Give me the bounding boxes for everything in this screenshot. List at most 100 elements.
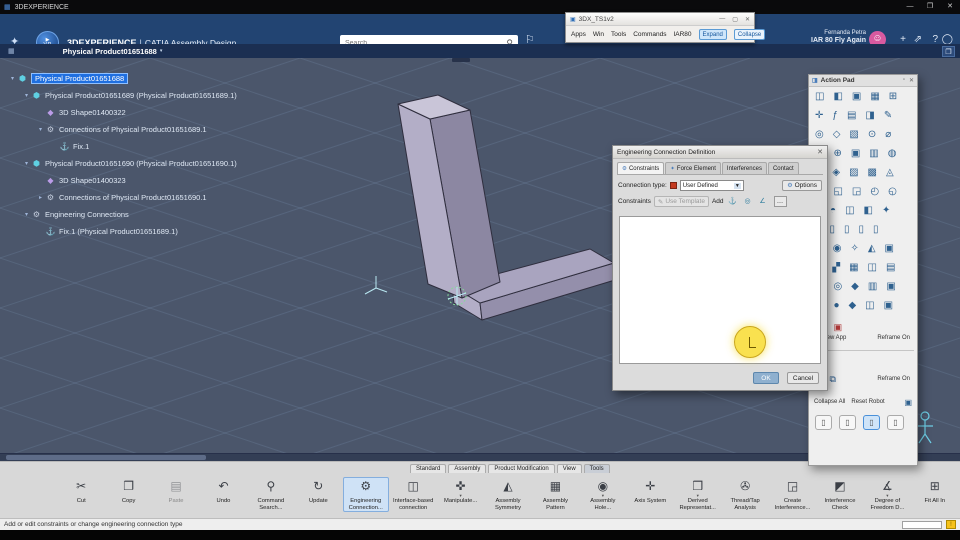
pad-minimize-icon[interactable]: ▫ (903, 77, 905, 84)
angle-constraint-icon[interactable]: ∠ (757, 196, 769, 207)
device-icon-active[interactable]: ▯ (863, 415, 880, 430)
menu-apps[interactable]: Apps (571, 31, 586, 38)
mini-window-titlebar[interactable]: ▣ 3DX_TS1v2 — ▢ ✕ (566, 13, 754, 26)
tab-force-element[interactable]: ✦ Force Element (665, 162, 721, 174)
tree-row[interactable]: ▸ ⚙ Connections of Physical Product01651… (0, 189, 237, 206)
menu-iar80[interactable]: IAR80 (673, 31, 691, 38)
anchor-constraint-icon[interactable]: ⚓ (727, 196, 739, 207)
chevron-down-icon[interactable]: ▾ (160, 48, 163, 54)
grid-icon[interactable]: ▦ (8, 47, 15, 55)
tree-row[interactable]: ◆ 3D Shape01400323 (0, 172, 237, 189)
dialog-close-icon[interactable]: ✕ (817, 148, 823, 156)
ok-button[interactable]: OK (753, 372, 779, 384)
expander-icon[interactable]: ▾ (22, 211, 31, 218)
pad-close-icon[interactable]: ✕ (909, 77, 914, 84)
panel-toggle-icon[interactable]: ❐ (942, 45, 955, 57)
create-interference-button[interactable]: ◲ Create Interference... (769, 477, 815, 512)
menu-tools[interactable]: Tools (611, 31, 626, 38)
window-close-button[interactable]: ✕ (940, 0, 960, 14)
expander-icon[interactable]: ▾ (36, 126, 45, 133)
tree-label[interactable]: Engineering Connections (45, 210, 129, 219)
coincidence-constraint-icon[interactable]: ◎ (742, 196, 754, 207)
tool-icon-row[interactable]: ◰◱◲◴◵ (815, 186, 913, 205)
tool-icon-row[interactable]: ◒◓◫◧✦ (815, 205, 913, 224)
menu-commands[interactable]: Commands (633, 31, 666, 38)
tab-contact[interactable]: Contact (767, 162, 799, 174)
tree-label-selected[interactable]: Physical Product01651688 (31, 73, 129, 84)
window-minimize-button[interactable]: — (900, 0, 920, 14)
axis-system-button[interactable]: ✛ Axis System (627, 477, 673, 506)
cancel-button[interactable]: Cancel (787, 372, 819, 384)
device-icon[interactable]: ▯ (887, 415, 904, 430)
tool-icon-row[interactable]: ✛ƒ▤◨✎ (815, 110, 913, 129)
use-template-button[interactable]: ✎ Use Template (653, 196, 709, 207)
tab-tools[interactable]: Tools (583, 464, 610, 473)
tool-icon-row[interactable]: ▯▯▯▯▯ (815, 224, 913, 243)
more-button[interactable]: … (773, 196, 787, 207)
tree-row[interactable]: ⚓ Fix.1 (0, 138, 237, 155)
tree-label[interactable]: Physical Product01651689 (Physical Produ… (45, 91, 237, 100)
menu-win[interactable]: Win (593, 31, 604, 38)
command-search-button[interactable]: ⚲ Command Search... (248, 477, 294, 512)
tab-interferences[interactable]: Interferences (721, 162, 767, 174)
engineering-connection-button[interactable]: ⚙ Engineering Connection... (342, 477, 389, 513)
tree-row[interactable]: ◆ 3D Shape01400322 (0, 104, 237, 121)
tool-icon-row[interactable]: ◳⊕▣▥◍ (815, 148, 913, 167)
device-icon[interactable]: ▯ (839, 415, 856, 430)
pin-icon[interactable]: ◨ (812, 77, 818, 84)
tree-label[interactable]: Physical Product01651690 (Physical Produ… (45, 159, 237, 168)
tree-label[interactable]: Fix.1 (73, 142, 89, 151)
tool-icon-row[interactable]: ◎◇▧⊙⌀ (815, 129, 913, 148)
tool-icon-row[interactable]: ◍◉✧◭▣ (815, 243, 913, 262)
pick-tool-icon[interactable]: ▣ (834, 322, 843, 333)
copy-view-icon[interactable]: ⧉ (830, 374, 836, 385)
mini-maximize-button[interactable]: ▢ (732, 16, 738, 23)
connection-type-dropdown[interactable]: User Defined ▼ (679, 180, 744, 191)
tool-icon-row[interactable]: ⊡◈▨▩◬ (815, 167, 913, 186)
degree-of-freedom-button[interactable]: ∡ ▾ Degree of Freedom D... (864, 477, 910, 512)
tree-label[interactable]: Connections of Physical Product01651690.… (59, 193, 207, 202)
tree-row[interactable]: ⚓ Fix.1 (Physical Product01651689.1) (0, 223, 237, 240)
tab-standard[interactable]: Standard (410, 464, 447, 473)
3d-part[interactable] (397, 94, 616, 321)
expand-button[interactable]: Expand (698, 28, 727, 40)
tree-row[interactable]: ▾ ⚙ Connections of Physical Product01651… (0, 121, 237, 138)
action-pad-titlebar[interactable]: ◨ Action Pad ▫ ✕ (809, 75, 917, 87)
expander-icon[interactable]: ▾ (8, 75, 17, 82)
tree-row[interactable]: ▾ ⬢ Physical Product01651688 (0, 70, 237, 87)
tab-product-modification[interactable]: Product Modification (488, 464, 555, 473)
scrollbar-thumb[interactable] (6, 455, 206, 460)
tool-icon-row[interactable]: ⇄▞▦◫▤ (815, 262, 913, 281)
dialog-titlebar[interactable]: Engineering Connection Definition ✕ (613, 146, 827, 159)
tree-label[interactable]: 3D Shape01400322 (59, 108, 126, 117)
fit-all-in-button[interactable]: ⊞ Fit All In (912, 477, 958, 506)
assembly-symmetry-button[interactable]: ◭ Assembly Symmetry (485, 477, 531, 512)
constraints-list[interactable] (619, 216, 821, 364)
tree-row[interactable]: ▾ ⬢ Physical Product01651689 (Physical P… (0, 87, 237, 104)
tree-label[interactable]: Fix.1 (Physical Product01651689.1) (59, 227, 178, 236)
chevron-down-icon[interactable]: ▼ (733, 182, 741, 189)
window-maximize-button[interactable]: ❐ (920, 0, 940, 14)
update-button[interactable]: ↻ Update (295, 477, 341, 506)
thread-tap-analysis-button[interactable]: ✇ Thread/Tap Analysis (722, 477, 768, 512)
breadcrumb-label[interactable]: Physical Product01651688 (63, 47, 157, 56)
robot-tool-icon[interactable]: ▣ (904, 398, 912, 407)
collapse-button[interactable]: Collapse (733, 28, 766, 40)
derived-representation-button[interactable]: ❒ ▾ Derived Representat... (674, 477, 720, 512)
tree-row[interactable]: ▾ ⚙ Engineering Connections (0, 206, 237, 223)
tab-constraints[interactable]: ⚙ Constraints (617, 162, 665, 174)
expander-icon[interactable]: ▾ (22, 160, 31, 167)
options-button[interactable]: ⚙ Options (782, 180, 822, 191)
tab-assembly[interactable]: Assembly (448, 464, 487, 473)
tree-label[interactable]: Connections of Physical Product01651689.… (59, 125, 207, 134)
tree-label[interactable]: 3D Shape01400323 (59, 176, 126, 185)
device-icon[interactable]: ▯ (815, 415, 832, 430)
reset-robot-button[interactable]: Reset Robot (851, 399, 884, 405)
copy-button[interactable]: ❐ Copy (105, 477, 151, 506)
cut-button[interactable]: ✂ Cut (58, 477, 104, 506)
notification-icon[interactable]: ! (946, 520, 956, 529)
tab-view[interactable]: View (556, 464, 582, 473)
mini-minimize-button[interactable]: — (719, 16, 725, 23)
tool-icon-row[interactable]: ▤●◆◫▣ (815, 300, 913, 319)
interface-based-connection-button[interactable]: ◫ Interface-based connection (390, 477, 436, 512)
